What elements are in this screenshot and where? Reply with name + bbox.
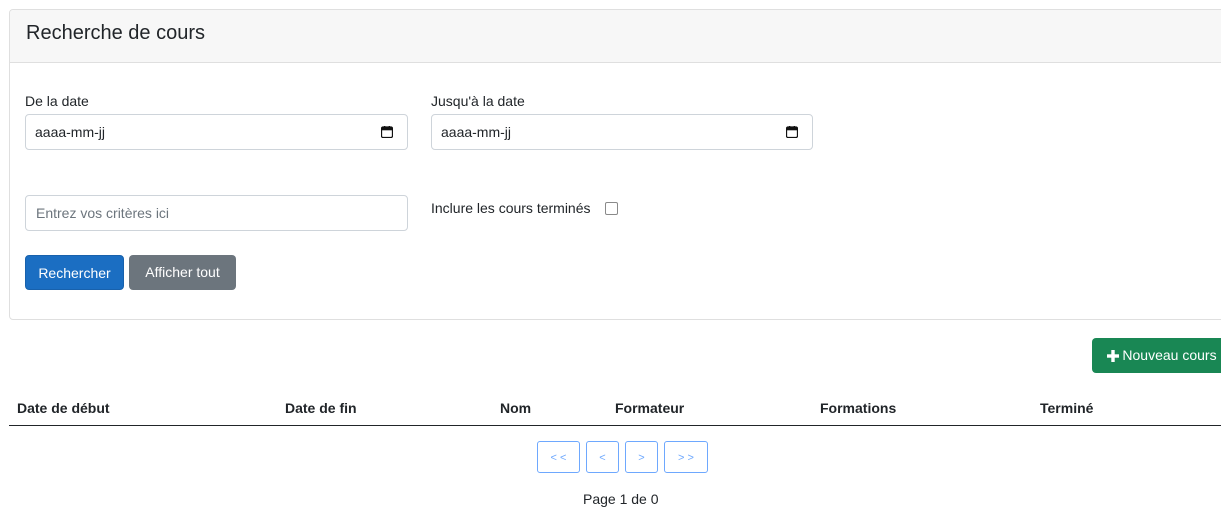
- first-page-button[interactable]: < <: [537, 441, 580, 473]
- show-all-button[interactable]: Afficher tout: [129, 255, 236, 290]
- search-panel-title: Recherche de cours: [26, 22, 205, 44]
- include-finished-checkbox[interactable]: [605, 202, 618, 215]
- column-header-end-date: Date de fin: [285, 400, 357, 416]
- from-date-label: De la date: [25, 93, 89, 109]
- plus-icon: [1107, 350, 1120, 363]
- page-info: Page 1 de 0: [583, 491, 659, 507]
- new-course-label: Nouveau cours: [1122, 347, 1217, 363]
- calendar-icon[interactable]: [381, 126, 393, 138]
- column-header-finished: Terminé: [1040, 400, 1094, 416]
- column-header-name: Nom: [500, 400, 532, 416]
- new-course-button[interactable]: Nouveau cours: [1092, 338, 1221, 373]
- last-page-button[interactable]: > >: [664, 441, 708, 473]
- search-criteria-input[interactable]: [25, 195, 408, 231]
- column-header-trainer: Formateur: [615, 400, 685, 416]
- column-header-start-date: Date de début: [17, 400, 110, 416]
- from-date-placeholder: aaaa-mm-jj: [35, 124, 106, 140]
- from-date-input[interactable]: aaaa-mm-jj: [25, 114, 408, 150]
- column-header-trainings: Formations: [820, 400, 897, 416]
- calendar-icon[interactable]: [786, 126, 798, 138]
- to-date-placeholder: aaaa-mm-jj: [441, 124, 512, 140]
- to-date-label: Jusqu'à la date: [431, 93, 525, 109]
- search-button[interactable]: Rechercher: [25, 255, 124, 290]
- next-page-button[interactable]: >: [625, 441, 658, 473]
- to-date-input[interactable]: aaaa-mm-jj: [431, 114, 813, 150]
- table-header-divider: [9, 425, 1221, 426]
- include-finished-label: Inclure les cours terminés: [431, 200, 591, 216]
- previous-page-button[interactable]: <: [586, 441, 619, 473]
